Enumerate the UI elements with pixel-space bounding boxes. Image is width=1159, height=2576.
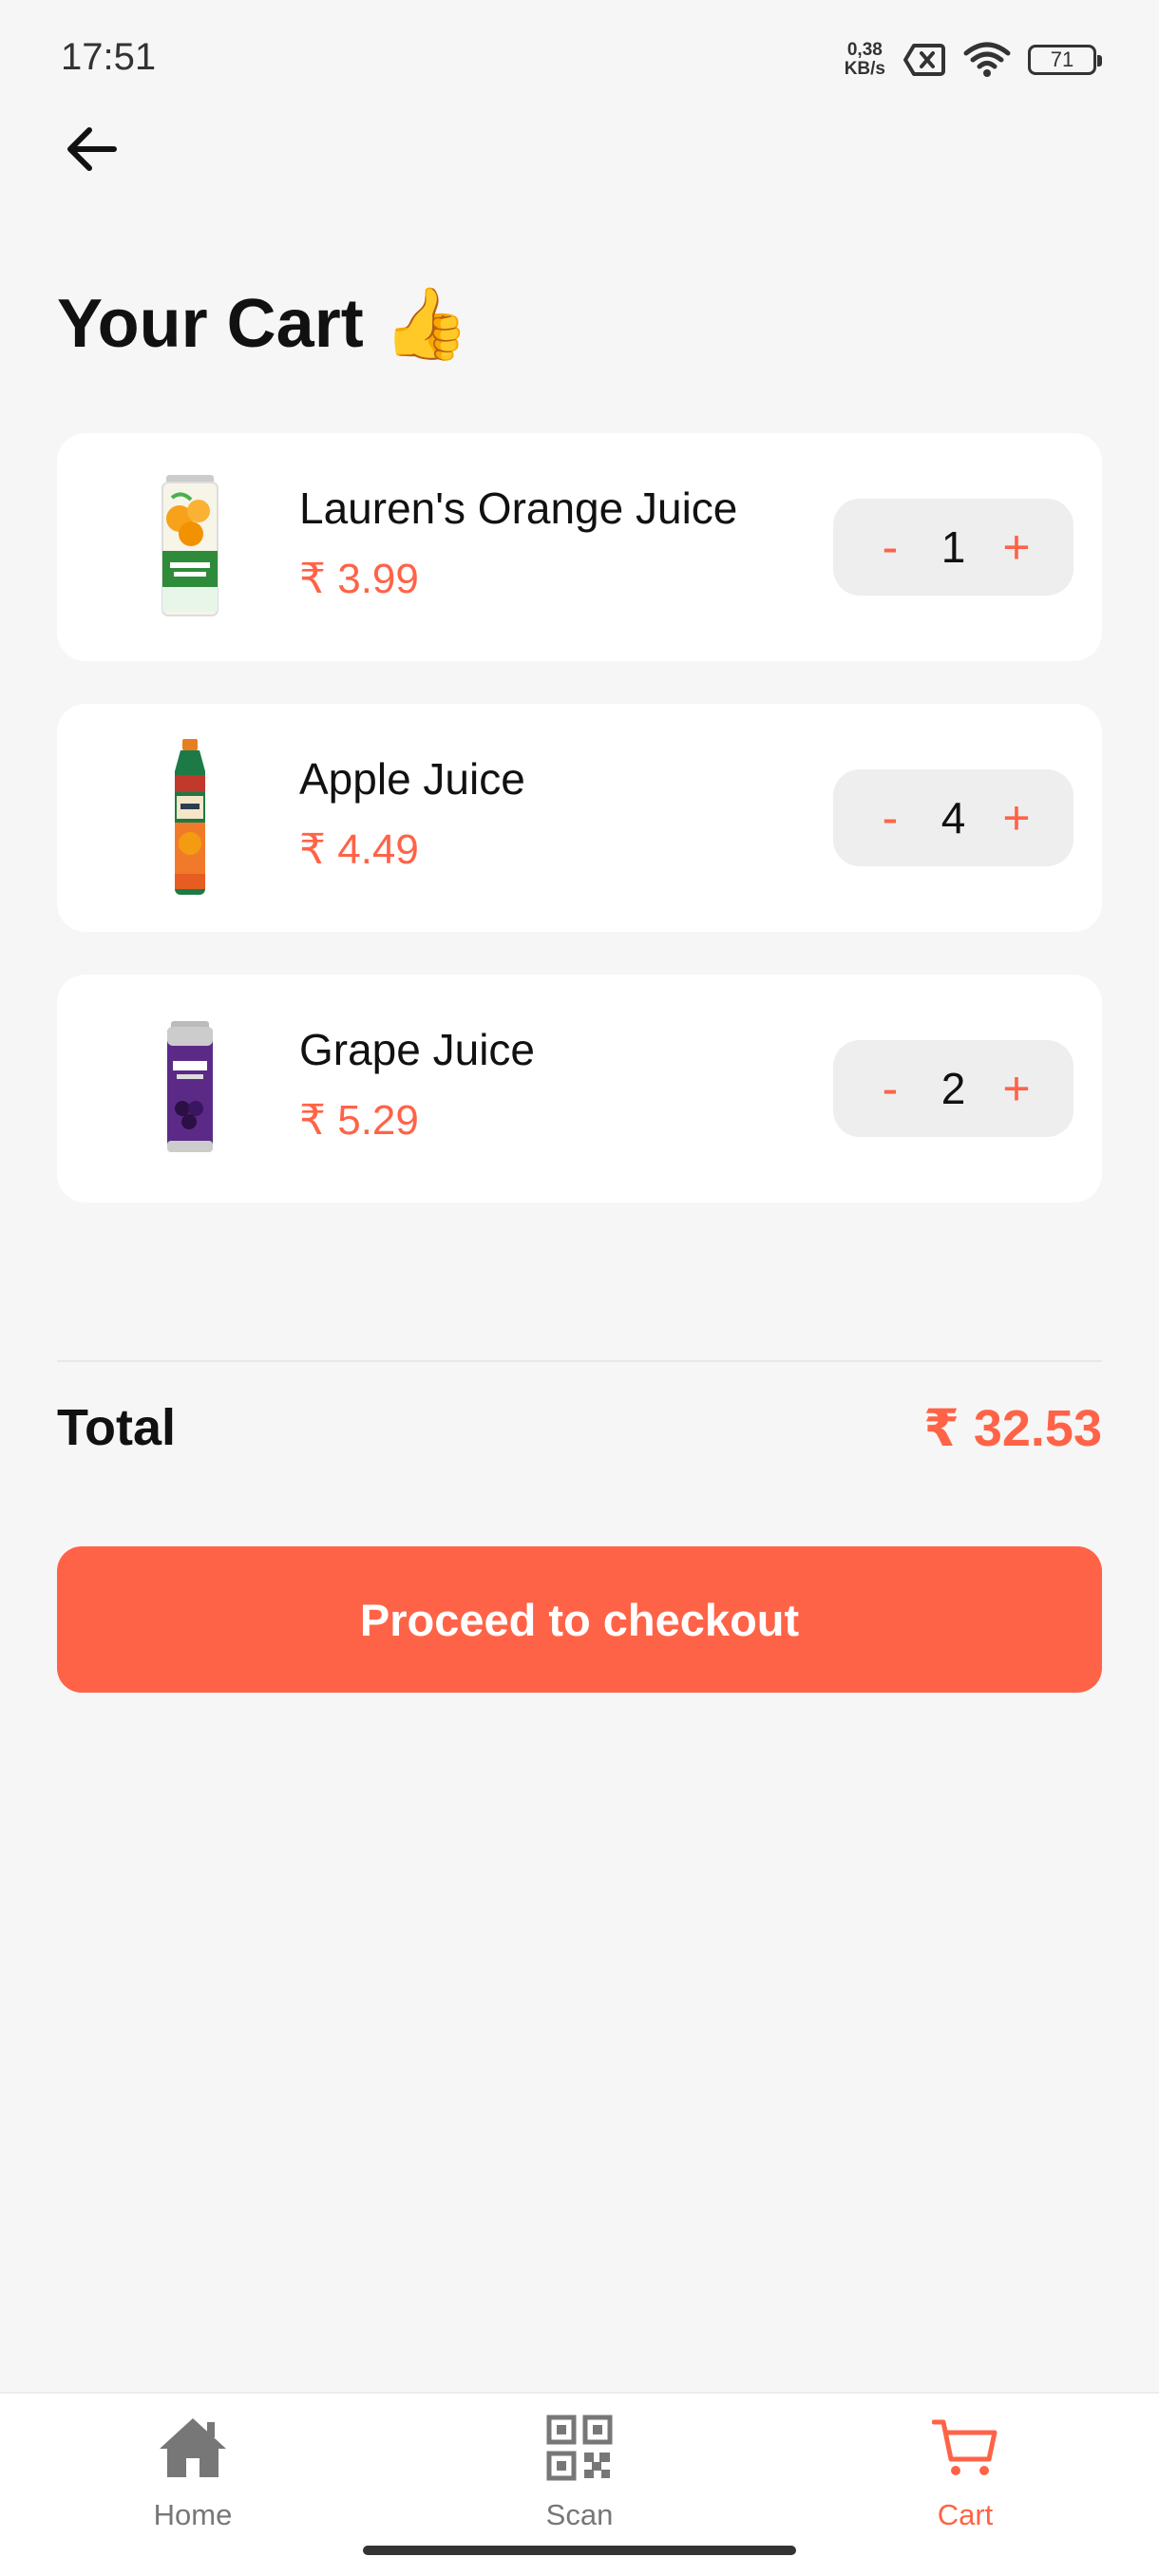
total-label: Total [57,1399,176,1456]
product-price: ₹ 3.99 [299,556,419,602]
product-price: ₹ 4.49 [299,826,419,873]
cart-item: Grape Juice ₹ 5.29 - 2 + [57,975,1102,1203]
divider [57,1360,1102,1362]
increase-quantity-button[interactable]: + [998,520,1036,575]
home-icon [158,2411,228,2485]
home-indicator[interactable] [363,2546,796,2555]
product-price: ₹ 5.29 [299,1097,419,1144]
orange-juice-image [133,471,247,623]
battery-level: 71 [1050,47,1074,71]
page-title-text: Your Cart [57,286,364,362]
nav-label-scan: Scan [545,2498,614,2531]
quantity-value: 4 [940,793,966,843]
battery-indicator: 71 [1028,45,1102,75]
network-speed: 0,38 KB/s [845,41,885,79]
grape-juice-image [133,1013,247,1165]
decrease-quantity-button[interactable]: - [871,790,909,845]
arrow-left-icon [63,125,118,178]
decrease-quantity-button[interactable]: - [871,520,909,575]
network-speed-unit: KB/s [844,59,885,79]
total-value: ₹ 32.53 [923,1400,1102,1457]
back-button[interactable] [55,116,125,186]
no-sim-icon [902,43,946,77]
product-name: Apple Juice [299,754,525,804]
thumbs-up-icon: 👍 [382,284,470,363]
checkout-button[interactable]: Proceed to checkout [57,1546,1102,1693]
status-time: 17:51 [61,36,157,78]
nav-label-home: Home [153,2498,233,2531]
cart-icon [932,2411,998,2485]
cart-list: Lauren's Orange Juice ₹ 3.99 - 1 + Apple… [57,433,1102,1245]
decrease-quantity-button[interactable]: - [871,1061,909,1116]
quantity-stepper: - 4 + [833,769,1074,866]
product-name: Grape Juice [299,1025,536,1074]
quantity-value: 2 [940,1064,966,1113]
product-name: Lauren's Orange Juice [299,483,738,533]
status-icons: 0,38 KB/s 71 [845,36,1102,84]
nav-item-home[interactable]: Home [98,2411,288,2544]
qr-code-icon [546,2411,613,2485]
quantity-value: 1 [940,522,966,572]
network-speed-value: 0,38 [846,40,883,60]
wifi-icon [963,42,1011,78]
nav-item-cart[interactable]: Cart [870,2411,1060,2544]
cart-item: Apple Juice ₹ 4.49 - 4 + [57,704,1102,932]
cart-screen: 17:51 0,38 KB/s 71 Your Cart 👍 Lauren's … [0,0,1159,2576]
quantity-stepper: - 1 + [833,499,1074,596]
cart-item: Lauren's Orange Juice ₹ 3.99 - 1 + [57,433,1102,661]
nav-label-cart: Cart [937,2498,994,2531]
increase-quantity-button[interactable]: + [998,1061,1036,1116]
status-bar: 17:51 0,38 KB/s 71 [0,0,1159,114]
apple-juice-image [133,739,247,895]
nav-item-scan[interactable]: Scan [484,2411,674,2544]
page-title: Your Cart 👍 [57,285,470,363]
quantity-stepper: - 2 + [833,1040,1074,1137]
increase-quantity-button[interactable]: + [998,790,1036,845]
